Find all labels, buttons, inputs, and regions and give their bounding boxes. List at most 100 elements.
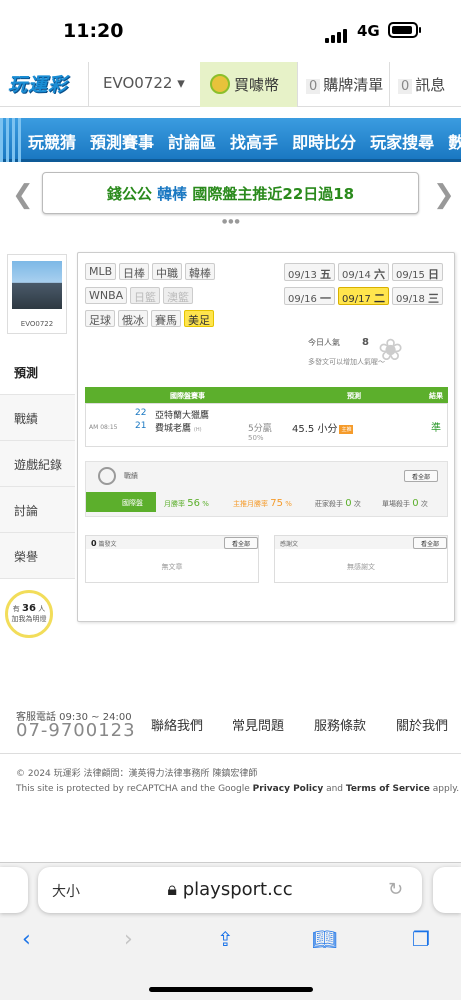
sidebar-item-record[interactable]: 戰績 <box>0 395 75 441</box>
fans-count: 36 <box>22 603 36 614</box>
footer-link-faq[interactable]: 常見問題 <box>232 715 284 734</box>
footer-link-terms[interactable]: 服務條款 <box>314 715 366 734</box>
nav-item[interactable]: 預測賽事 <box>90 133 154 152</box>
kill-value: 0 <box>345 498 352 509</box>
single-label: 單場殺手 <box>382 500 410 508</box>
league-tab[interactable]: 足球 <box>85 310 115 327</box>
thanks-empty: 無感謝文 <box>347 563 375 571</box>
date-tab-selected[interactable]: 09/17 二 <box>338 287 390 305</box>
league-tab[interactable]: 韓棒 <box>185 263 215 280</box>
nav-item[interactable]: 玩家搜尋 <box>370 133 434 152</box>
date-value: 09/14 <box>342 270 371 281</box>
posts-label: 篇發文 <box>98 541 117 548</box>
carousel-dots: ●●● <box>222 218 241 225</box>
sidebar-item-game-history[interactable]: 遊戲紀錄 <box>0 441 75 487</box>
buy-coins-button[interactable]: 買噱幣 <box>200 62 297 107</box>
mascot-icon: ❀ <box>378 333 404 368</box>
team-away: 亞特蘭大獵鷹 <box>155 411 210 421</box>
chevron-right-icon[interactable]: ❯ <box>433 180 455 210</box>
home-indicator <box>149 987 313 992</box>
footer-divider <box>0 753 461 754</box>
league-tab: 日籃 <box>130 287 160 304</box>
team-home: 費城老鷹 (H) <box>155 421 202 434</box>
next-tab-peek[interactable] <box>433 867 461 913</box>
posts-all-button[interactable]: 看全部 <box>224 537 258 549</box>
fans-suffix: 人 <box>38 605 46 613</box>
league-tab[interactable]: 中職 <box>152 263 182 280</box>
table-header: 國際盤賽事 預測 結果 <box>85 387 448 403</box>
nav-item[interactable]: 找高手 <box>230 133 278 152</box>
buy-list-button[interactable]: 0 購牌清單 <box>297 62 389 107</box>
column-header: 預測 <box>347 392 361 400</box>
banner[interactable]: 錢公公 韓棒 國際盤主推近22日過18 <box>42 172 419 214</box>
posts-empty: 無文章 <box>161 563 183 571</box>
spread: 5分贏 <box>248 424 272 434</box>
prev-tab-peek[interactable] <box>0 867 28 913</box>
main-pick-badge: 主推 <box>339 425 354 434</box>
date-tab[interactable]: 09/14 六 <box>338 263 390 281</box>
nav-item[interactable]: 玩競猜 <box>28 133 76 152</box>
avatar[interactable] <box>12 261 62 309</box>
recaptcha-notice: This site is protected by reCAPTCHA and … <box>16 784 459 794</box>
nav-item[interactable]: 數據 <box>448 133 461 152</box>
messages-button[interactable]: 0 訊息 <box>389 62 461 107</box>
home-tag: (H) <box>193 427 202 433</box>
league-tab[interactable]: WNBA <box>85 287 128 304</box>
league-tab[interactable]: 賽馬 <box>151 310 181 327</box>
main-panel: MLB 日棒 中職 韓棒 WNBA 日籃 澳籃 足球 俄冰 賽馬 美足 09/1… <box>77 252 455 622</box>
league-tab-active[interactable]: 美足 <box>184 310 214 327</box>
sidebar-item-honor[interactable]: 榮譽 <box>0 533 75 579</box>
win-rate: 月勝率 56 % <box>164 498 209 509</box>
coin-icon <box>210 74 230 94</box>
status-bar: 11:20 4G <box>0 0 461 60</box>
bookmarks-icon[interactable]: 📖︎ <box>312 927 337 951</box>
footer: 客服電話 09:30 ~ 24:00 07-9700123 聯絡我們 常見問題 … <box>0 700 461 860</box>
back-icon[interactable]: ‹ <box>22 927 31 952</box>
chevron-left-icon[interactable]: ❮ <box>12 180 34 210</box>
reload-icon[interactable]: ↻ <box>388 879 403 900</box>
target-icon <box>98 467 116 485</box>
date-tab[interactable]: 09/13 五 <box>284 263 336 281</box>
nav-item[interactable]: 即時比分 <box>292 133 356 152</box>
pct: % <box>202 500 209 508</box>
site-logo[interactable]: 玩運彩 <box>8 70 68 97</box>
thanks-box: 感謝文 看全部 無感謝文 <box>274 535 448 583</box>
share-icon[interactable]: ⇪ <box>217 927 234 951</box>
service-phone[interactable]: 07-9700123 <box>16 720 136 741</box>
network-type: 4G <box>357 22 380 40</box>
table-row: AM 08:15 22 亞特蘭大獵鷹 21 費城老鷹 (H) 5分贏 50% 4… <box>85 403 448 447</box>
url-text: playsport.cc <box>182 879 293 900</box>
date-tab[interactable]: 09/18 三 <box>392 287 444 305</box>
privacy-link[interactable]: Privacy Policy <box>253 784 324 794</box>
unit: 次 <box>420 500 428 508</box>
league-tab[interactable]: 俄冰 <box>118 310 148 327</box>
lock-icon: 🔒︎ <box>167 879 177 900</box>
record-all-button[interactable]: 看全部 <box>404 470 438 482</box>
prediction: 45.5 小分 主推 <box>292 420 354 435</box>
date-tab[interactable]: 09/15 日 <box>392 263 444 281</box>
top-bar: 玩運彩 EVO0722 ▾ 買噱幣 0 購牌清單 0 訊息 <box>0 62 461 107</box>
sidebar-item-discuss[interactable]: 討論 <box>0 487 75 533</box>
sidebar-item-predict[interactable]: 預測 <box>0 349 75 395</box>
pick: 45.5 小分 <box>292 424 338 435</box>
date-value: 09/15 <box>396 270 425 281</box>
footer-link-contact[interactable]: 聯絡我們 <box>151 715 203 734</box>
banner-text: 國際盤主推近22日過18 <box>192 185 355 203</box>
url-display[interactable]: 🔒︎ playsport.cc <box>38 879 422 900</box>
browser-chrome: 大小 🔒︎ playsport.cc ↻ ‹ › ⇪ 📖︎ ❐ <box>0 862 461 1000</box>
nav-item[interactable]: 討論區 <box>168 133 216 152</box>
avatar-card: EVO0722 <box>7 254 67 334</box>
avatar-username: EVO0722 <box>20 320 54 328</box>
buylist-count: 0 <box>306 79 321 94</box>
league-tab[interactable]: MLB <box>85 263 117 280</box>
terms-link[interactable]: Terms of Service <box>346 784 430 794</box>
game-table: 國際盤賽事 預測 結果 AM 08:15 22 亞特蘭大獵鷹 21 費城老鷹 (… <box>85 387 448 447</box>
user-menu[interactable]: EVO0722 ▾ <box>88 62 200 107</box>
fans-badge[interactable]: 有 36 人加我為明燈 <box>5 590 53 638</box>
date-tab[interactable]: 09/16 一 <box>284 287 336 305</box>
tabs-icon[interactable]: ❐ <box>412 927 430 951</box>
thanks-all-button[interactable]: 看全部 <box>413 537 447 549</box>
league-tab[interactable]: 日棒 <box>119 263 149 280</box>
address-bar[interactable]: 大小 🔒︎ playsport.cc ↻ <box>38 867 422 913</box>
footer-link-about[interactable]: 關於我們 <box>396 715 448 734</box>
